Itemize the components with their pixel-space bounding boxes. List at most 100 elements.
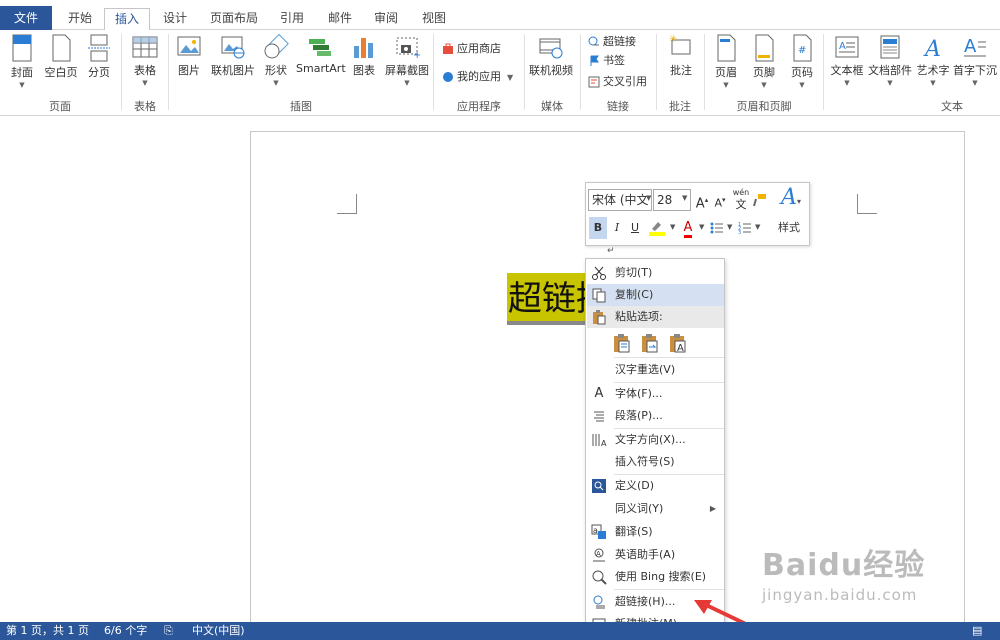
format-painter-icon	[753, 194, 766, 207]
italic-button[interactable]: I	[610, 217, 624, 239]
svg-text:✳: ✳	[669, 34, 677, 45]
text-box-button[interactable]: A 文本框 ▼	[828, 34, 866, 88]
footer-icon	[755, 34, 774, 62]
quick-parts-button[interactable]: 文档部件 ▼	[866, 34, 914, 88]
my-apps-button[interactable]: 我的应用 ▼	[442, 68, 513, 86]
shapes-icon	[264, 34, 289, 59]
chevron-down-icon: ▼	[699, 223, 705, 231]
styles-button[interactable]: 样式	[772, 217, 806, 239]
comment-button[interactable]: ✳ 批注	[664, 34, 698, 78]
smartart-icon	[309, 39, 331, 56]
menu-item-text-direction[interactable]: A 文字方向(X)...	[587, 429, 724, 451]
hyperlink-icon	[593, 595, 605, 609]
menu-item-insert-symbol[interactable]: 插入符号(S)	[587, 451, 724, 473]
svg-text:A: A	[601, 439, 607, 448]
footer-button[interactable]: 页脚 ▼	[748, 34, 780, 90]
menu-item-define[interactable]: 定义(D)	[587, 475, 724, 497]
menu-item-reconvert[interactable]: 汉字重选(V)	[587, 359, 724, 381]
font-color-button[interactable]: A	[680, 217, 696, 239]
underline-button[interactable]: U	[628, 217, 642, 239]
grow-font-button[interactable]: A▴	[695, 189, 709, 211]
tab-home[interactable]: 开始	[60, 8, 100, 30]
wordart-button[interactable]: A 艺术字 ▼	[914, 34, 952, 88]
status-word-count[interactable]: 6/6 个字	[104, 622, 147, 640]
tab-insert[interactable]: 插入	[104, 8, 150, 31]
highlighter-icon	[649, 222, 665, 236]
smartart-button[interactable]: SmartArt	[296, 34, 346, 75]
blank-page-button[interactable]: 空白页	[42, 34, 80, 80]
cross-reference-button[interactable]: 交叉引用	[588, 73, 647, 91]
paragraph-icon	[594, 411, 604, 422]
tab-view[interactable]: 视图	[414, 8, 454, 30]
hyperlink-ribbon-button[interactable]: 超链接	[588, 33, 636, 51]
tab-page-layout[interactable]: 页面布局	[204, 8, 264, 30]
proofing-icon[interactable]: ⎘	[164, 622, 173, 640]
menu-item-paragraph[interactable]: 段落(P)...	[587, 405, 724, 427]
phonetic-icon: 文	[735, 198, 747, 211]
picture-icon	[177, 36, 201, 56]
paste-keep-formatting-icon[interactable]	[612, 333, 632, 353]
context-menu: 剪切(T) 复制(C) 粘贴选项: A 汉字重选(V) A 字体(F)... 段…	[585, 258, 725, 638]
group-label-header-footer: 页眉和页脚	[736, 100, 792, 113]
svg-text:A: A	[964, 36, 977, 57]
store-icon	[443, 43, 453, 54]
menu-item-font[interactable]: A 字体(F)...	[587, 383, 724, 405]
numbering-button[interactable]: 123	[736, 217, 754, 239]
page-number-button[interactable]: # 页码 ▼	[786, 34, 818, 90]
menu-item-copy[interactable]: 复制(C)	[587, 284, 724, 306]
phonetic-guide-button[interactable]: wén 文	[732, 187, 750, 211]
chart-button[interactable]: 图表	[350, 34, 378, 78]
status-language[interactable]: 中文(中国)	[192, 622, 245, 640]
page-break-button[interactable]: 分页	[84, 34, 114, 80]
svg-text:a: a	[593, 526, 598, 535]
svg-text:A: A	[677, 343, 684, 353]
margin-corner-mark	[857, 194, 877, 214]
store-button[interactable]: 应用商店	[442, 40, 501, 58]
selected-text[interactable]: 超链接	[507, 273, 587, 325]
paste-merge-formatting-icon[interactable]	[640, 333, 660, 353]
menu-item-bing-search[interactable]: 使用 Bing 搜索(E)	[587, 566, 724, 588]
group-label-media: 媒体	[541, 100, 563, 113]
menu-item-english-assistant[interactable]: A 英语助手(A)	[587, 544, 724, 566]
menu-item-synonyms[interactable]: 同义词(Y) ▶	[587, 498, 724, 520]
chevron-down-icon: ▼	[799, 81, 805, 89]
chevron-down-icon: ▼	[142, 79, 148, 87]
font-name-select[interactable]: 宋体 (中文	[588, 189, 652, 211]
bold-button[interactable]: B	[589, 217, 607, 239]
tab-review[interactable]: 审阅	[366, 8, 406, 30]
online-picture-icon	[221, 36, 245, 59]
highlight-color-button[interactable]	[646, 217, 670, 239]
page-number-icon: #	[793, 34, 812, 62]
shapes-button[interactable]: 形状 ▼	[262, 34, 290, 88]
drop-cap-button[interactable]: A 首字下沉 ▼	[952, 34, 998, 88]
tab-design[interactable]: 设计	[156, 8, 194, 30]
menu-item-translate[interactable]: a 翻译(S)	[587, 521, 724, 543]
tab-references[interactable]: 引用	[272, 8, 312, 30]
shrink-font-button[interactable]: A▾	[713, 189, 727, 211]
online-video-button[interactable]: 联机视频	[528, 34, 574, 78]
table-button[interactable]: 表格 ▼	[128, 34, 162, 88]
online-pictures-button[interactable]: 联机图片	[210, 34, 256, 78]
styles-icon[interactable]: A▾	[776, 185, 806, 213]
menu-item-cut[interactable]: 剪切(T)	[587, 262, 724, 284]
chevron-down-icon: ▼	[404, 79, 410, 87]
read-mode-icon[interactable]: ▤	[972, 622, 982, 640]
group-label-illustrations: 插图	[290, 100, 312, 113]
pictures-button[interactable]: 图片	[174, 34, 204, 78]
format-painter-button[interactable]	[752, 189, 768, 211]
hyperlink-icon	[588, 36, 599, 46]
bullets-icon	[710, 222, 723, 234]
bullets-button[interactable]	[708, 217, 726, 239]
screenshot-button[interactable]: + 屏幕截图 ▼	[384, 34, 430, 88]
svg-text:A: A	[839, 41, 846, 52]
cover-page-button[interactable]: 封面 ▼	[6, 34, 38, 90]
status-page-count[interactable]: 第 1 页，共 1 页	[6, 622, 89, 640]
tab-mailings[interactable]: 邮件	[320, 8, 360, 30]
paste-text-only-icon[interactable]: A	[668, 333, 688, 353]
wordart-icon: A	[923, 37, 941, 60]
drop-cap-icon: A	[964, 36, 986, 57]
new-comment-icon: ✳	[669, 34, 691, 55]
bookmark-button[interactable]: 书签	[588, 52, 625, 70]
tab-file[interactable]: 文件	[0, 6, 52, 30]
header-button[interactable]: 页眉 ▼	[710, 34, 742, 90]
